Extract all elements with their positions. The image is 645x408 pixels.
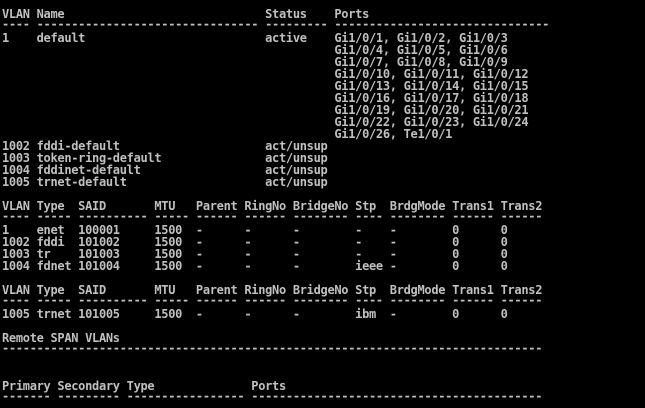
type-row-1004: 1004 fdnet 101004 1500 - - - ieee - 0 0 <box>2 259 508 273</box>
type-header-separator: ---- ----- ---------- ----- ------ -----… <box>2 293 543 307</box>
type-row-1005: 1005 trnet 101005 1500 - - - ibm - 0 0 <box>2 307 508 321</box>
header-separator: ---- -------------------------------- --… <box>2 17 550 31</box>
type-header-separator: ---- ----- ---------- ----- ------ -----… <box>2 209 543 223</box>
vlan-row-1005: 1005 trnet-default act/unsup <box>2 175 328 189</box>
private-vlan-separator: ------- --------- ----------------- ----… <box>2 389 543 403</box>
remote-span-separator: ----------------------------------------… <box>2 341 543 355</box>
terminal-window[interactable]: VLAN Name Status Ports ---- ------------… <box>0 0 645 408</box>
